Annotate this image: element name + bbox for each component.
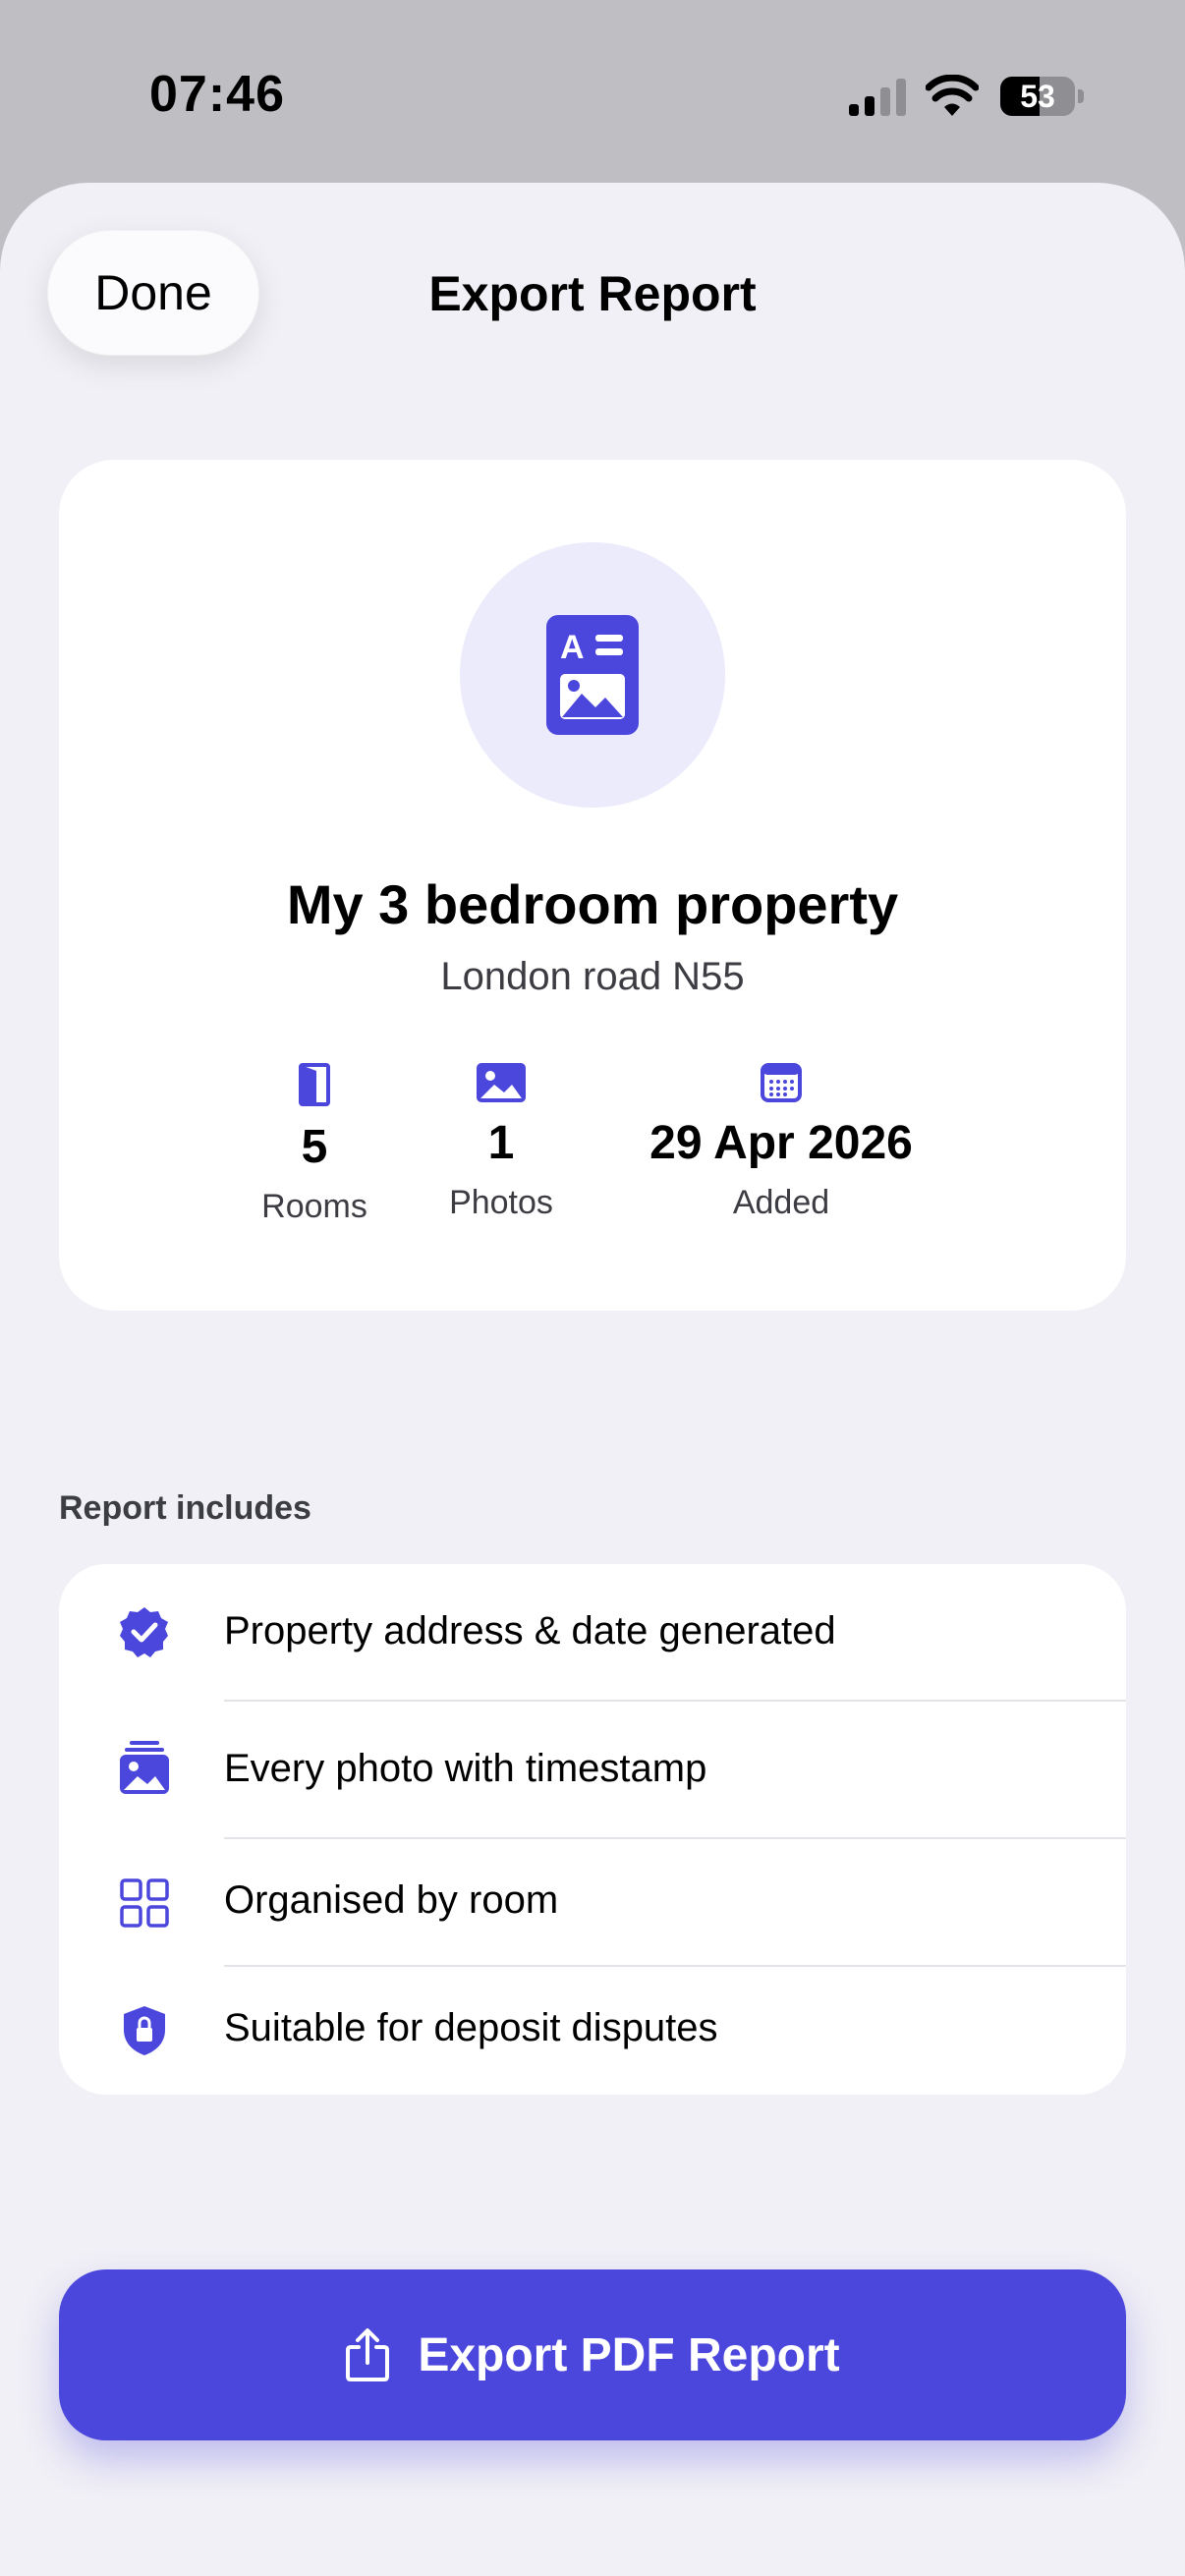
hero-icon-circle: A [460, 542, 725, 808]
door-icon [299, 1063, 330, 1106]
status-time: 07:46 [149, 66, 285, 123]
feature-label: Suitable for deposit disputes [224, 2006, 718, 2049]
list-item: Every photo with timestamp [59, 1702, 1126, 1839]
feature-label: Every photo with timestamp [224, 1747, 707, 1790]
stat-added-value: 29 Apr 2026 [649, 1117, 913, 1169]
list-item: Organised by room [59, 1839, 1126, 1967]
calendar-icon [761, 1063, 802, 1102]
shield-lock-icon [124, 2006, 165, 2055]
document-image-icon: A [546, 615, 639, 735]
share-icon [346, 2328, 390, 2381]
photo-icon [477, 1063, 526, 1102]
photo-stack-icon [120, 1741, 169, 1794]
stat-photos-value: 1 [487, 1117, 515, 1169]
stat-added-label: Added [732, 1184, 830, 1221]
feature-label: Property address & date generated [224, 1609, 836, 1652]
wifi-icon [926, 75, 979, 116]
stat-rooms: 5 Rooms [246, 1063, 383, 1226]
verified-badge-icon [120, 1607, 168, 1657]
property-address: London road N55 [440, 955, 745, 998]
property-name: My 3 bedroom property [286, 873, 899, 935]
grid-icon [120, 1878, 169, 1928]
export-pdf-label: Export PDF Report [418, 2328, 840, 2381]
section-header-report-includes: Report includes [59, 1489, 311, 1527]
stat-added: 29 Apr 2026 Added [619, 1063, 943, 1222]
feature-label: Organised by room [224, 1878, 559, 1922]
battery-tip [1078, 89, 1084, 103]
sheet-title: Export Report [428, 266, 757, 321]
stat-photos: 1 Photos [423, 1063, 580, 1222]
list-item: Suitable for deposit disputes [59, 1967, 1126, 2095]
property-card: A My 3 bedroom property London road N55 … [59, 460, 1126, 1311]
stat-photos-label: Photos [449, 1184, 553, 1221]
battery-icon: 53 [1000, 77, 1075, 116]
battery-percent: 53 [1020, 79, 1055, 114]
stat-rooms-label: Rooms [261, 1188, 367, 1225]
report-includes-list: Property address & date generated Every … [59, 1564, 1126, 2095]
cellular-signal-icon [849, 79, 906, 116]
svg-text:A: A [560, 629, 585, 666]
list-item: Property address & date generated [59, 1564, 1126, 1702]
export-report-sheet: Done Export Report A My 3 bedroom proper… [0, 183, 1185, 2576]
stat-rooms-value: 5 [301, 1121, 328, 1173]
export-pdf-button[interactable]: Export PDF Report [59, 2269, 1126, 2440]
status-bar: 07:46 53 [0, 0, 1185, 187]
